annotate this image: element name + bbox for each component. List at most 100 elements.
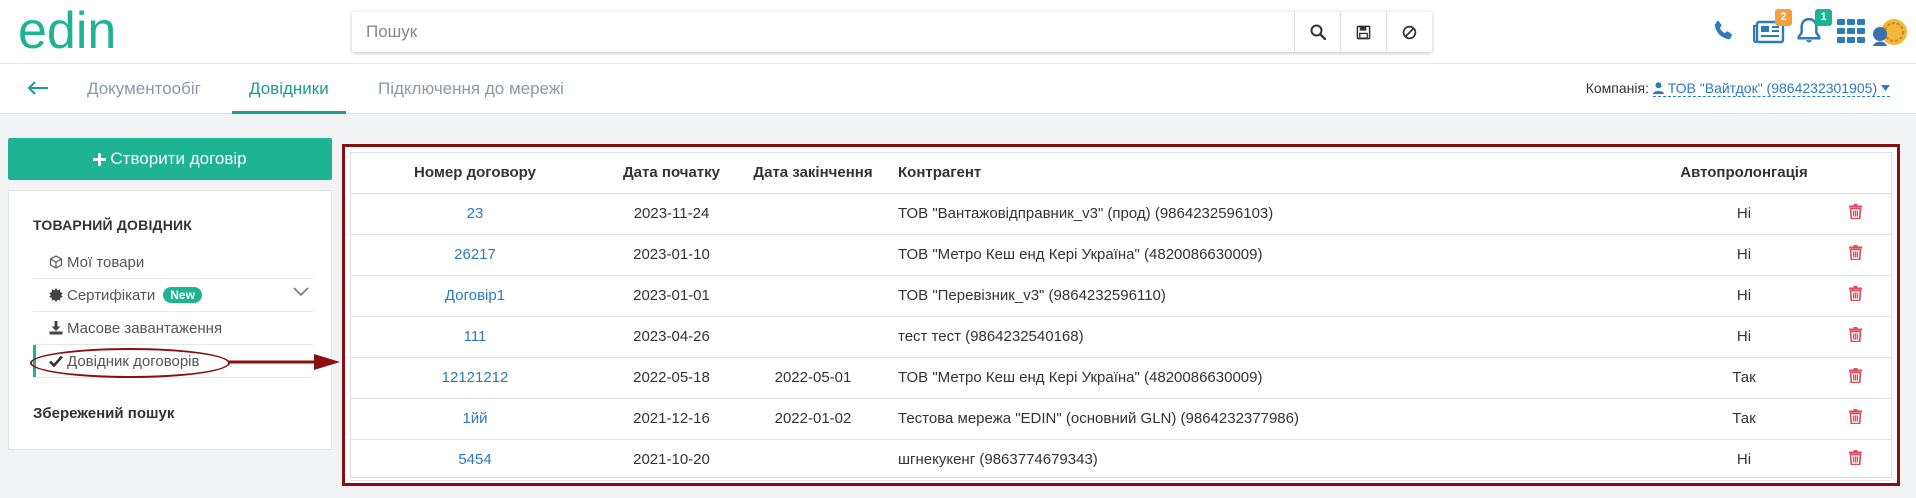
counterparty-cell: ТОВ "Метро Кеш енд Кері Україна" (482008… (882, 234, 1669, 276)
delete-cell (1819, 439, 1891, 481)
avatar-icon (1873, 19, 1907, 46)
back-button[interactable] (24, 76, 52, 100)
contracts-table-wrapper: Номер договору Дата початку Дата закінче… (350, 152, 1892, 481)
counterparty-cell: ТОВ "Метро Кеш енд Кері Україна" (482008… (882, 357, 1669, 399)
contract-number-link[interactable]: 1йй (462, 410, 487, 427)
trash-icon (1848, 409, 1862, 425)
company-label: Компанія: (1585, 80, 1649, 96)
delete-cell (1819, 234, 1891, 276)
notifications-button[interactable]: 1 (1792, 9, 1832, 48)
logo-text: edin (18, 8, 116, 56)
company-value: ТОВ "Вайтдок" (9864232301905) (1667, 80, 1878, 96)
delete-button[interactable] (1848, 286, 1862, 305)
autoprolongation-cell: Так (1669, 357, 1819, 399)
saved-search-title: Збережений пошук (33, 405, 175, 422)
company-dropdown[interactable]: ТОВ "Вайтдок" (9864232301905) (1652, 80, 1890, 97)
delete-button[interactable] (1848, 204, 1862, 223)
sidebar-item-label: Сертифікати (67, 286, 156, 304)
sidebar-item-label: Довідник договорів (67, 352, 200, 370)
column-header[interactable]: Номер договору (351, 153, 599, 194)
phone-button[interactable] (1706, 14, 1740, 48)
check-icon (49, 355, 63, 368)
contract-number-cell: Договір1 (351, 275, 599, 317)
start-date-cell: 2021-10-20 (599, 439, 744, 481)
download-icon (49, 321, 63, 335)
sidebar-item-certificates[interactable]: Сертифікати New (33, 279, 313, 312)
section-title: ТОВАРНИЙ ДОВІДНИК (33, 217, 193, 233)
start-date-cell: 2023-01-10 (599, 234, 744, 276)
autoprolongation-cell: Ні (1669, 234, 1819, 276)
sidebar-item-contracts-directory[interactable]: Довідник договорів (33, 345, 313, 378)
autoprolongation-cell: Ні (1669, 275, 1819, 317)
trash-icon (1848, 450, 1862, 466)
delete-button[interactable] (1848, 450, 1862, 469)
sidebar-item-my-goods[interactable]: Мої товари (33, 246, 313, 279)
trash-icon (1848, 368, 1862, 384)
column-header[interactable]: Дата початку (599, 153, 744, 194)
delete-cell (1819, 316, 1891, 358)
clear-search-button[interactable] (1386, 12, 1432, 52)
column-header (1819, 153, 1891, 194)
company-selector: Компанія: ТОВ "Вайтдок" (9864232301905) (1585, 80, 1890, 97)
contract-number-link[interactable]: 111 (464, 328, 487, 345)
table-header-row: Номер договору Дата початку Дата закінче… (351, 153, 1891, 194)
table-row[interactable]: 111 2023-04-26 тест тест (9864232540168) Ні (351, 316, 1891, 358)
table-row[interactable]: 12121212 2022-05-18 2022-05-01 ТОВ "Метро К… (351, 357, 1891, 399)
contract-number-link[interactable]: Договір1 (445, 287, 505, 304)
trash-icon (1848, 204, 1862, 220)
delete-cell (1819, 275, 1891, 317)
end-date-cell (744, 193, 882, 235)
news-badge: 2 (1775, 9, 1792, 26)
user-icon (1652, 82, 1664, 94)
delete-cell (1819, 193, 1891, 235)
start-date-cell: 2023-01-01 (599, 275, 744, 317)
apps-button[interactable] (1834, 14, 1868, 48)
avatar[interactable] (1870, 12, 1910, 52)
delete-button[interactable] (1848, 327, 1862, 346)
contract-number-cell: 23 (351, 193, 599, 235)
save-search-button[interactable] (1340, 12, 1386, 52)
table-row[interactable]: 23 2023-11-24 ТОВ "Вантажовідправник_v3" (… (351, 193, 1891, 235)
delete-button[interactable] (1848, 409, 1862, 428)
counterparty-cell: Тестова мережа "EDIN" (основний GLN) (98… (882, 398, 1669, 440)
bell-badge: 1 (1815, 9, 1832, 26)
tab-directories[interactable]: Довідники (232, 64, 346, 114)
start-date-cell: 2023-04-26 (599, 316, 744, 358)
new-badge: New (163, 287, 202, 303)
table-row[interactable]: Договір1 2023-01-01 ТОВ "Перевізник_v3" (9… (351, 275, 1891, 317)
table-row[interactable]: 26217 2023-01-10 ТОВ "Метро Кеш енд Кері У… (351, 234, 1891, 276)
annotation-frame: Номер договору Дата початку Дата закінче… (342, 144, 1900, 486)
counterparty-cell: ТОВ "Перевізник_v3" (9864232596110) (882, 275, 1669, 317)
sidebar-item-label: Масове завантаження (67, 319, 223, 337)
box-icon (49, 255, 63, 269)
delete-cell (1819, 398, 1891, 440)
autoprolongation-cell: Ні (1669, 439, 1819, 481)
delete-button[interactable] (1848, 245, 1862, 264)
column-header[interactable]: Автопролонгація (1669, 153, 1819, 194)
chevron-down-icon[interactable] (293, 287, 309, 297)
delete-button[interactable] (1848, 368, 1862, 387)
counterparty-cell: тест тест (9864232540168) (882, 316, 1669, 358)
tab-network-connection[interactable]: Підключення до мережі (361, 64, 581, 114)
search-button[interactable] (1294, 12, 1340, 52)
sidebar-panel: ТОВАРНИЙ ДОВІДНИК Мої товари Сертифікати… (8, 190, 332, 450)
contract-number-link[interactable]: 12121212 (442, 369, 509, 386)
table-row[interactable]: 1йй 2021-12-16 2022-01-02 Тестова мережа "E… (351, 398, 1891, 440)
create-contract-button[interactable]: Створити договір (8, 138, 332, 180)
news-button[interactable]: 2 (1752, 9, 1792, 48)
end-date-cell (744, 439, 882, 481)
sidebar-item-bulk-upload[interactable]: Масове завантаження (33, 312, 313, 345)
search-input[interactable] (352, 12, 1294, 52)
column-header[interactable]: Дата закінчення (744, 153, 882, 194)
contract-number-link[interactable]: 5454 (458, 451, 491, 468)
table-row[interactable]: 5454 2021-10-20 шгнекукенг (9863774679343)… (351, 439, 1891, 481)
create-contract-label: Створити договір (110, 149, 247, 168)
tab-document-flow[interactable]: Документообіг (70, 64, 218, 114)
contract-number-link[interactable]: 26217 (454, 246, 496, 263)
end-date-cell: 2022-05-01 (744, 357, 882, 399)
arrow-left-icon (27, 81, 48, 95)
contract-number-link[interactable]: 23 (467, 205, 484, 222)
column-header[interactable]: Контрагент (882, 153, 1669, 194)
phone-icon (1714, 20, 1732, 40)
edin-logo[interactable]: edin (18, 8, 168, 56)
